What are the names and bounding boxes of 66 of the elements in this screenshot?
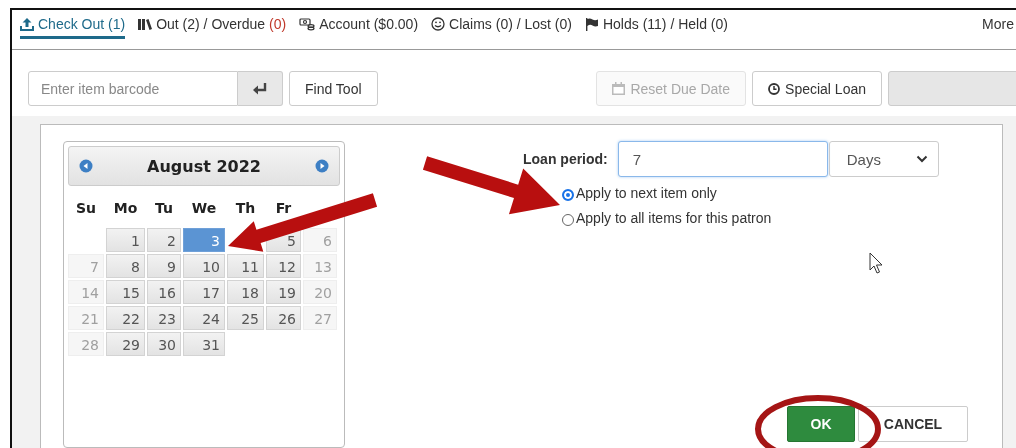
radio-option[interactable]: Apply to next item only [562,185,939,201]
ok-button[interactable]: OK [787,406,855,442]
calendar-day[interactable]: 15 [106,280,145,304]
coins-icon [299,17,316,31]
calendar-day: 7 [68,254,104,278]
calendar-day[interactable]: 1 [106,228,145,252]
next-month-icon[interactable] [315,159,329,173]
calendar-day: 6 [303,228,337,252]
calendar-day[interactable]: 19 [266,280,301,304]
calendar-day[interactable]: 24 [183,306,225,330]
calendar-day[interactable]: 8 [106,254,145,278]
special-loan-button[interactable]: Special Loan [752,71,882,106]
weekday-label: Fr [274,199,293,218]
calendar-day[interactable]: 30 [147,332,181,356]
clock-icon [768,82,781,95]
calendar-day[interactable]: 17 [183,280,225,304]
tab[interactable]: Holds (11) / Held (0) [584,10,728,39]
enter-icon [252,81,268,96]
calendar-day: 14 [68,280,104,304]
calendar-day: 28 [68,332,104,356]
calendar-day: 21 [68,306,104,330]
tab[interactable]: Check Out (1) [20,10,126,39]
calendar-day: 13 [303,254,337,278]
tab[interactable]: Account ($0.00) [299,10,419,39]
weekday-label: We [190,199,218,218]
radio-button[interactable] [562,189,574,201]
loan-period-field[interactable]: 7 [617,141,828,177]
month-title: August 2022 [147,156,261,176]
radio-button[interactable] [562,214,574,226]
more-link[interactable]: More [982,10,1014,38]
weekday-label: Su [74,199,98,218]
calendar-day[interactable]: 26 [266,306,301,330]
calendar-day[interactable]: 9 [147,254,181,278]
calendar-day: 27 [303,306,337,330]
chevron-down-icon [915,155,928,163]
calendar-day[interactable]: 31 [183,332,225,356]
radio-option[interactable]: Apply to all items for this patron [562,210,939,226]
tab[interactable]: Claims (0) / Lost (0) [431,10,572,39]
loan-period-label: Loan period: [523,151,608,167]
calendar-day[interactable]: 22 [106,306,145,330]
find-tool-button[interactable]: Find Tool [289,71,378,106]
calendar-day[interactable]: 12 [266,254,301,278]
calendar-day[interactable]: 11 [227,254,264,278]
cursor-icon [869,252,883,274]
weekday-label: Tu [154,199,174,218]
calendar-day: 20 [303,280,337,304]
calendar-day[interactable]: 2 [147,228,181,252]
calendar-day[interactable]: 29 [106,332,145,356]
flag-icon [584,17,599,31]
cancel-button[interactable]: CANCEL [858,406,968,442]
calendar-day[interactable]: 16 [147,280,181,304]
calendar-day[interactable]: 10 [183,254,225,278]
smiley-icon [431,17,446,31]
unit-dropdown[interactable]: Days [828,141,939,177]
tab[interactable]: Out (2) / Overdue (0) [138,10,287,39]
calendar-day[interactable]: 23 [147,306,181,330]
calendar-day[interactable]: 18 [227,280,264,304]
calendar-icon [612,82,626,95]
books-icon [138,18,153,30]
weekday-label: Mo [112,199,139,218]
weekday-label: Th [234,199,257,218]
calendar-day[interactable]: 25 [227,306,264,330]
enter-button[interactable] [238,71,283,106]
upload-icon [20,17,34,31]
barcode-field[interactable]: Enter item barcode [28,71,238,106]
previous-month-icon[interactable] [79,159,93,173]
